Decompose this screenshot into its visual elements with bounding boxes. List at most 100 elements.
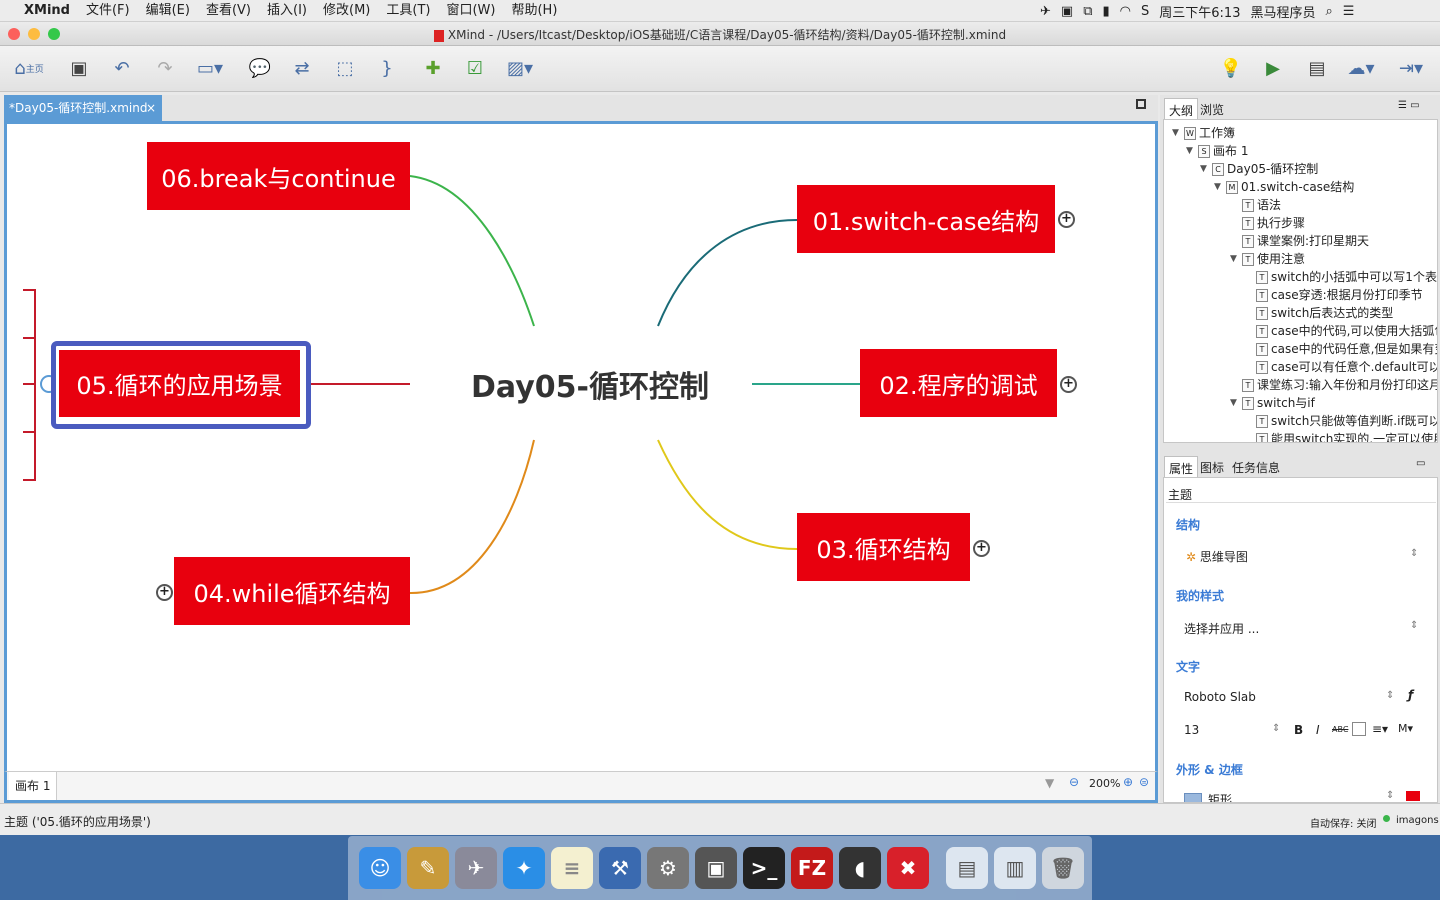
- tab-icons[interactable]: 图标: [1196, 456, 1228, 479]
- menu-file[interactable]: 文件(F): [78, 0, 138, 22]
- topic-loop-scenarios[interactable]: 05.循环的应用场景: [57, 348, 302, 419]
- align-icon[interactable]: ≡▾: [1372, 722, 1388, 736]
- mind-map-canvas[interactable]: Day05-循环控制 01.switch-case结构 + 02.程序的调试 +…: [4, 121, 1158, 771]
- downloads-stack-icon[interactable]: ▤: [946, 847, 988, 889]
- structure-stepper-icon[interactable]: ⇕: [1410, 548, 1418, 559]
- outline-row[interactable]: Tswitch的小括弧中可以写1个表达: [1244, 268, 1437, 286]
- airplane-icon[interactable]: ✈: [1040, 4, 1051, 19]
- redo-button[interactable]: ↷: [150, 53, 180, 83]
- font-select[interactable]: Roboto Slab: [1184, 690, 1256, 704]
- screen-icon[interactable]: ▣: [1061, 4, 1073, 19]
- outline-row[interactable]: T 课堂案例:打印星期天: [1230, 232, 1369, 250]
- minimize-panel-icon[interactable]: ▭: [1416, 458, 1425, 469]
- outline-row[interactable]: Tcase穿透:根据月份打印季节: [1244, 286, 1423, 304]
- outline-row[interactable]: Tswitch只能做等值判断.if既可以做: [1244, 412, 1437, 430]
- outline-tree[interactable]: ▼ W 工作簿 ▼ S 画布 1 ▼ C Day05-循环控制 ▼ M 01.switch-case结…: [1163, 119, 1438, 443]
- outline-row[interactable]: ▼ C Day05-循环控制: [1200, 160, 1318, 178]
- disclosure-triangle-icon[interactable]: ▼: [1230, 250, 1242, 268]
- export-button[interactable]: ⇥▾: [1396, 53, 1426, 83]
- summary-button[interactable]: }: [372, 53, 402, 83]
- disclosure-triangle-icon[interactable]: ▼: [1186, 142, 1198, 160]
- style-select[interactable]: 选择并应用 ...: [1184, 620, 1259, 637]
- outline-row[interactable]: ▼ M 01.switch-case结构: [1214, 178, 1354, 196]
- outline-row[interactable]: T 语法: [1230, 196, 1281, 214]
- layout-button[interactable]: ▤: [1302, 53, 1332, 83]
- autosave-status[interactable]: 自动保存: 关闭: [1310, 815, 1377, 830]
- lock-icon[interactable]: ▮: [1103, 4, 1110, 19]
- outline-row[interactable]: ▼ T 使用注意: [1230, 250, 1305, 268]
- documents-stack-icon[interactable]: ▥: [994, 847, 1036, 889]
- brainstorm-button[interactable]: 💡: [1216, 53, 1246, 83]
- outline-row[interactable]: Tcase可以有任意个.default可以省: [1244, 358, 1437, 376]
- undo-button[interactable]: ↶: [107, 53, 137, 83]
- sheet-tab[interactable]: 画布 1: [9, 772, 58, 800]
- outline-row[interactable]: T 能用switch实现的,一定可以使用: [1244, 430, 1437, 442]
- save-button[interactable]: ▣: [64, 53, 94, 83]
- marker-button[interactable]: ✚: [418, 53, 448, 83]
- app-menu[interactable]: XMind: [16, 0, 78, 22]
- tab-task-info[interactable]: 任务信息: [1228, 456, 1284, 479]
- expand-icon[interactable]: +: [973, 540, 990, 557]
- clock[interactable]: 周三下午6:13: [1159, 2, 1240, 21]
- list-icon[interactable]: ☰: [1343, 4, 1355, 19]
- tab-document[interactable]: *Day05-循环控制.xmind ×: [4, 95, 162, 121]
- menu-window[interactable]: 窗口(W): [438, 0, 503, 22]
- outline-row[interactable]: Tcase中的代码任意,但是如果有变: [1244, 340, 1437, 358]
- menu-view[interactable]: 查看(V): [198, 0, 259, 22]
- disclosure-triangle-icon[interactable]: ▼: [1230, 394, 1242, 412]
- presentation-button[interactable]: ▶: [1258, 53, 1288, 83]
- maximize-editor-icon[interactable]: [1136, 99, 1146, 109]
- account-name[interactable]: imagons: [1396, 815, 1439, 826]
- disclosure-triangle-icon[interactable]: ▼: [1214, 178, 1226, 196]
- filter-icon[interactable]: ▼: [1045, 776, 1054, 790]
- xmind-icon[interactable]: ✖: [887, 847, 929, 889]
- bold-icon[interactable]: B: [1294, 723, 1303, 737]
- finder-icon[interactable]: ☺: [359, 847, 401, 889]
- fill-color-swatch[interactable]: [1406, 791, 1420, 801]
- zoom-out-icon[interactable]: ⊖: [1069, 775, 1079, 789]
- topic-debugging[interactable]: 02.程序的调试: [860, 349, 1057, 417]
- outline-row[interactable]: Tcase中的代码,可以使用大括弧包: [1244, 322, 1437, 340]
- shape-select[interactable]: 矩形: [1184, 791, 1232, 802]
- menu-tools[interactable]: 工具(T): [378, 0, 438, 22]
- outline-row[interactable]: ▼ Tswitch与if: [1230, 394, 1315, 412]
- filezilla-icon[interactable]: FZ: [791, 847, 833, 889]
- italic-icon[interactable]: I: [1316, 723, 1320, 737]
- size-stepper-icon[interactable]: ⇕: [1272, 723, 1280, 734]
- mouse-app-icon[interactable]: ◖: [839, 847, 881, 889]
- menu-modify[interactable]: 修改(M): [315, 0, 378, 22]
- topic-loop-structure[interactable]: 03.循环结构: [797, 513, 970, 581]
- topic-switch-case[interactable]: 01.switch-case结构: [797, 185, 1055, 253]
- expand-icon[interactable]: +: [156, 584, 173, 601]
- notes-icon[interactable]: ≡: [551, 847, 593, 889]
- wifi-icon[interactable]: ◠: [1120, 4, 1131, 19]
- disclosure-triangle-icon[interactable]: ▼: [1172, 124, 1184, 142]
- display-icon[interactable]: ⧉: [1083, 4, 1092, 19]
- task-button[interactable]: ☑: [460, 53, 490, 83]
- case-icon[interactable]: M▾: [1398, 722, 1413, 735]
- topic-while-loop[interactable]: 04.while循环结构: [174, 557, 410, 625]
- tab-browse[interactable]: 浏览: [1196, 98, 1228, 121]
- topic-break-continue[interactable]: 06.break与continue: [147, 142, 410, 210]
- outline-menu-icon[interactable]: ☰ ▭: [1398, 100, 1420, 111]
- expand-icon[interactable]: +: [1058, 211, 1075, 228]
- menu-edit[interactable]: 编辑(E): [138, 0, 198, 22]
- expand-icon[interactable]: +: [1060, 376, 1077, 393]
- outline-row[interactable]: Tswitch后表达式的类型: [1244, 304, 1393, 322]
- text-color-swatch[interactable]: [1352, 722, 1366, 736]
- search-icon[interactable]: ⌕: [1325, 4, 1332, 19]
- zoom-in-icon[interactable]: ⊕: [1123, 775, 1133, 789]
- outline-row[interactable]: T 课堂练习:输入年份和月份打印这月: [1230, 376, 1437, 394]
- disclosure-triangle-icon[interactable]: ▼: [1200, 160, 1212, 178]
- topic-button[interactable]: ▭▾: [195, 53, 225, 83]
- photo-booth-icon[interactable]: ▣: [695, 847, 737, 889]
- image-button[interactable]: ▨▾: [505, 53, 535, 83]
- shape-stepper-icon[interactable]: ⇕: [1386, 790, 1394, 801]
- trash-icon[interactable]: 🗑: [1042, 847, 1084, 889]
- boundary-button[interactable]: ⬚: [330, 53, 360, 83]
- launchpad-icon[interactable]: ✈: [455, 847, 497, 889]
- outline-row[interactable]: ▼ S 画布 1: [1186, 142, 1248, 160]
- menu-insert[interactable]: 插入(I): [259, 0, 315, 22]
- home-button[interactable]: ⌂ 主页: [4, 53, 54, 83]
- safari-icon[interactable]: ✦: [503, 847, 545, 889]
